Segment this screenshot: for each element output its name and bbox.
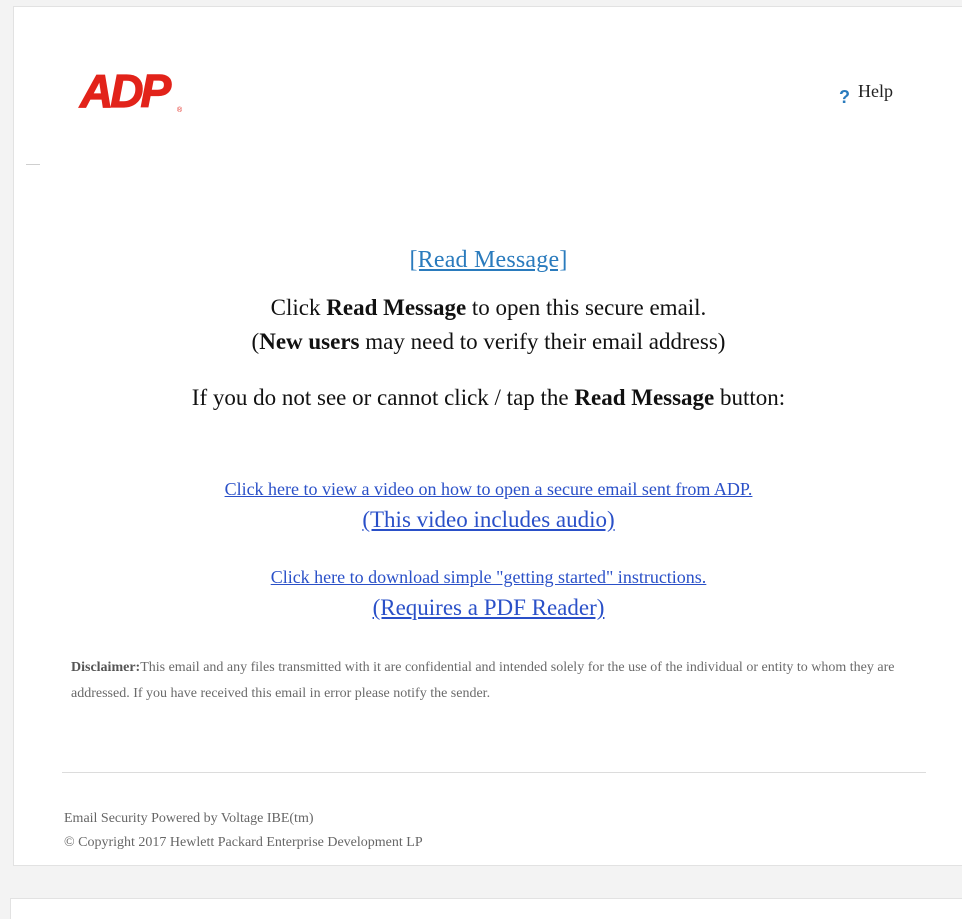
email-card: ADP ® ? Help [Read Message] Click Read M… — [13, 6, 962, 866]
instruction-line-3: If you do not see or cannot click / tap … — [191, 385, 786, 410]
disclaimer: Disclaimer:This email and any files tran… — [71, 655, 921, 707]
footer-powered-by: Email Security Powered by Voltage IBE(tm… — [64, 811, 314, 826]
adp-logo: ADP ® — [78, 63, 186, 117]
help-label: Help — [858, 81, 893, 101]
video-link[interactable]: Click here to view a video on how to ope… — [14, 479, 962, 500]
adp-logo-text: ADP — [79, 65, 171, 115]
help-link[interactable]: ? Help — [839, 81, 893, 108]
next-panel-edge — [10, 898, 962, 919]
pdf-reader-note-link[interactable]: (Requires a PDF Reader) — [14, 595, 962, 621]
divider-tick — [26, 164, 40, 165]
disclaimer-text: This email and any files transmitted wit… — [71, 660, 895, 701]
video-audio-note-link[interactable]: (This video includes audio) — [14, 507, 962, 533]
footer-divider — [62, 772, 926, 773]
instruction-line-2: (New users may need to verify their emai… — [251, 329, 726, 354]
instruction-line-1: Click Read Message to open this secure e… — [270, 295, 707, 320]
disclaimer-label: Disclaimer: — [71, 660, 141, 675]
footer-copyright: © Copyright 2017 Hewlett Packard Enterpr… — [64, 835, 423, 850]
pdf-instructions-link[interactable]: Click here to download simple "getting s… — [14, 567, 962, 588]
footer: Email Security Powered by Voltage IBE(tm… — [64, 807, 423, 855]
svg-text:®: ® — [177, 106, 183, 114]
read-message-link[interactable]: [Read Message] — [14, 247, 962, 274]
help-question-icon: ? — [839, 87, 850, 107]
